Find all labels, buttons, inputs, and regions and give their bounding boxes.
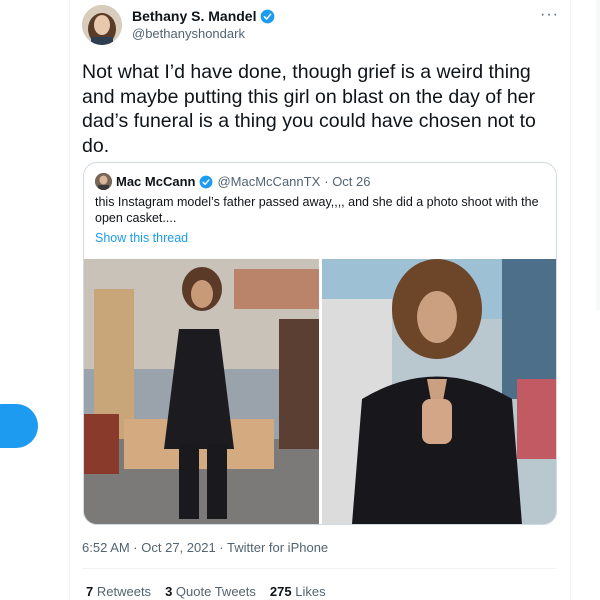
timeline-left-border — [69, 0, 70, 600]
verified-badge-icon — [261, 9, 275, 23]
quote-header: Mac McCann @MacMcCannTX · Oct 26 — [95, 173, 371, 190]
author-avatar[interactable] — [82, 5, 122, 45]
likes-stat[interactable]: 275 Likes — [270, 584, 326, 599]
avatar-image — [82, 5, 122, 45]
timeline-right-border — [570, 0, 571, 600]
tweet-compose-button[interactable] — [0, 404, 38, 448]
quote-author-name: Mac McCann — [116, 174, 196, 189]
quote-tweets-label: Quote Tweets — [175, 584, 256, 599]
quote-photo-right[interactable] — [322, 259, 556, 524]
right-sidebar-edge — [596, 0, 600, 310]
verified-badge-icon — [200, 175, 213, 188]
retweets-stat[interactable]: 7 Retweets — [86, 584, 151, 599]
quote-date: · Oct 26 — [324, 174, 371, 189]
quote-tweets-stat[interactable]: 3 Quote Tweets — [165, 584, 256, 599]
likes-count: 275 — [269, 584, 292, 599]
retweets-label: Retweets — [96, 584, 152, 599]
likes-label: Likes — [295, 584, 326, 599]
more-options-icon[interactable]: ··· — [540, 6, 559, 24]
tweet-timestamp[interactable]: 6:52 AM · Oct 27, 2021 · Twitter for iPh… — [82, 540, 328, 555]
quote-author-avatar — [95, 173, 112, 190]
quote-author-handle: @MacMcCannTX — [217, 174, 321, 189]
tweet-stats: 7 Retweets 3 Quote Tweets 275 Likes — [86, 584, 326, 599]
stats-divider — [82, 568, 556, 569]
show-thread-link[interactable]: Show this thread — [95, 231, 188, 245]
quote-text: this Instagram model’s father passed awa… — [95, 195, 539, 225]
tweet-text: Not what I’d have done, though grief is … — [82, 61, 536, 157]
quote-tweet-card[interactable]: Mac McCann @MacMcCannTX · Oct 26 this In… — [83, 162, 557, 525]
author-name[interactable]: Bethany S. Mandel — [132, 8, 256, 24]
author-name-row[interactable]: Bethany S. Mandel — [132, 8, 275, 24]
author-handle[interactable]: @bethanyshondark — [132, 26, 245, 41]
retweets-count: 7 — [86, 584, 94, 599]
quote-photos — [84, 259, 556, 524]
quote-photo-left[interactable] — [84, 259, 319, 524]
quote-tweets-count: 3 — [165, 584, 173, 599]
